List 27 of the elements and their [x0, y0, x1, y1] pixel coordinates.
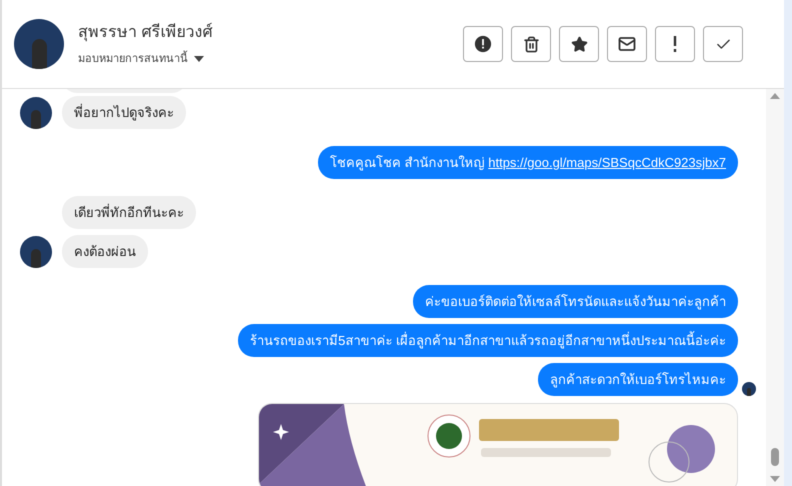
scroll-up-icon[interactable]	[770, 93, 780, 99]
action-button[interactable]	[607, 26, 647, 62]
trash-icon	[522, 36, 540, 52]
message-text: ลูกค้าสะดวกให้เบอร์โทรไหมคะ	[550, 372, 726, 387]
message-text: พี่อยากไปดูจริงคะ	[74, 105, 174, 120]
alert-icon	[474, 35, 492, 53]
avatar	[14, 19, 64, 69]
message-text: ร้านรถของเรามี5สาขาค่ะ เผื่อลูกค้ามาอีกสาขาแล้วรถอยู่อีกสาขาหนึ่งประมาณนี้อ่ะค่ะ	[250, 333, 726, 348]
contact-name: สุพรรษา ศรีเพียวงศ์	[78, 22, 212, 44]
message-text: ค่ะขอเบอร์ติดต่อให้เซลล์โทรนัดและแจ้งวันมาค่ะลูกค้า	[425, 294, 726, 309]
avatar	[742, 382, 756, 396]
message-text: คงต้องผ่อน	[74, 244, 136, 259]
message-text: เดียวพี่ทักอีกทีนะคะ	[74, 205, 184, 220]
star-icon	[570, 36, 588, 52]
message-text: โชคคูณโชค สำนักงานใหญ่	[330, 155, 485, 170]
action-button[interactable]	[559, 26, 599, 62]
scroll-down-icon[interactable]	[770, 476, 780, 482]
action-button[interactable]	[511, 26, 551, 62]
map-link[interactable]: https://goo.gl/maps/SBSqcCdkC923sjbx7	[488, 155, 726, 170]
avatar	[20, 236, 52, 268]
scroll-thumb[interactable]	[771, 448, 779, 466]
exclamation-icon	[673, 36, 677, 52]
caret-icon	[194, 56, 204, 62]
envelope-icon	[618, 35, 636, 53]
assign-dropdown[interactable]: มอบหมายการสนทนานี้	[78, 50, 212, 68]
action-button[interactable]	[463, 26, 503, 62]
avatar	[20, 97, 52, 129]
